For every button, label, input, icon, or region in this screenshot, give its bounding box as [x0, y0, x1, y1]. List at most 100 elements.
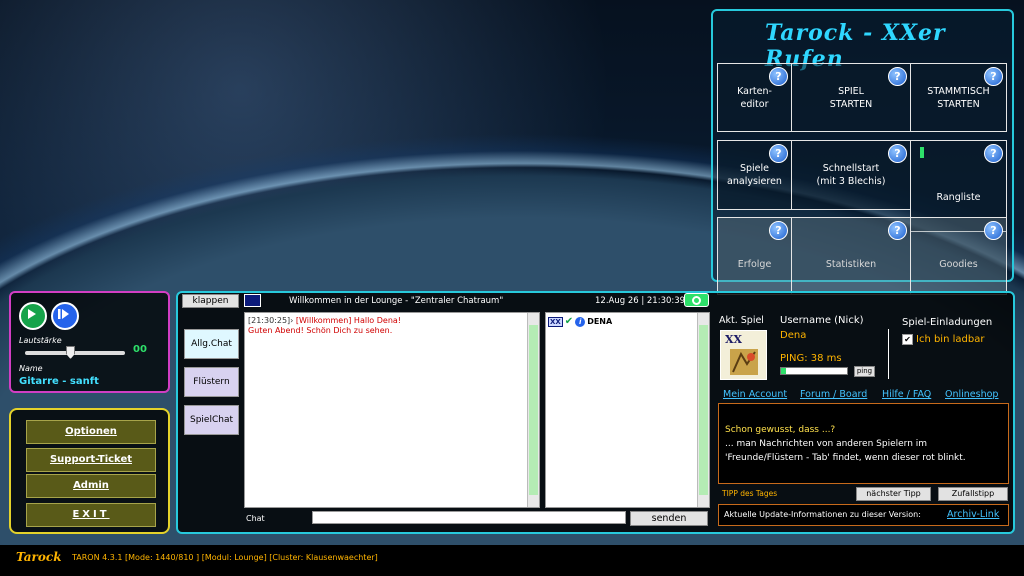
- help-icon[interactable]: ?: [888, 67, 907, 86]
- current-game-label: Akt. Spiel: [719, 315, 764, 326]
- next-tip-button[interactable]: nächster Tipp: [856, 487, 931, 501]
- quickstart-button[interactable]: Schnellstart (mit 3 Blechis) ?: [791, 140, 911, 210]
- random-tip-button[interactable]: Zufallstipp: [938, 487, 1008, 501]
- info-icon[interactable]: i: [575, 316, 586, 327]
- tab-game-chat[interactable]: SpielChat: [184, 405, 239, 435]
- play-icon: [28, 309, 36, 319]
- link-onlineshop[interactable]: Onlineshop: [945, 389, 998, 400]
- invitable-label: Ich bin ladbar: [916, 334, 985, 345]
- footer-logo: Tarock: [16, 550, 62, 564]
- scrollbar-thumb[interactable]: [699, 325, 708, 495]
- volume-label: Lautstärke: [19, 336, 62, 345]
- card-artwork-icon: [730, 349, 758, 375]
- invitable-toggle[interactable]: ✔ Ich bin ladbar: [902, 334, 984, 345]
- user-badge: XX: [548, 316, 563, 327]
- connection-status-icon: [684, 293, 709, 307]
- tip-of-the-day-box: Schon gewusst, dass ...? ... man Nachric…: [718, 403, 1009, 484]
- scrollbar-thumb[interactable]: [529, 325, 538, 495]
- chat-message-time: [21:30:25]›: [248, 316, 294, 325]
- statistics-label: Statistiken: [825, 258, 877, 270]
- chat-input[interactable]: [312, 511, 626, 524]
- ranking-label: Rangliste: [936, 191, 981, 203]
- next-track-button[interactable]: [51, 302, 79, 330]
- volume-slider[interactable]: [25, 346, 125, 359]
- ping-bar-fill: [781, 368, 787, 374]
- user-name: DENA: [587, 317, 613, 326]
- card-avatar: XX: [720, 330, 767, 380]
- link-forum[interactable]: Forum / Board: [800, 389, 867, 400]
- ping-button[interactable]: ping: [854, 366, 875, 377]
- support-ticket-button[interactable]: Support-Ticket: [26, 448, 156, 472]
- chat-messages-pane[interactable]: [21:30:25]› [Willkommen] Hallo Dena! Gut…: [244, 312, 540, 508]
- achievements-label: Erfolge: [737, 258, 772, 270]
- ping-value: PING: 38 ms: [780, 353, 842, 364]
- chat-message: [21:30:25]› [Willkommen] Hallo Dena!: [248, 316, 528, 326]
- help-icon[interactable]: ?: [888, 221, 907, 240]
- tab-whisper[interactable]: Flüstern: [184, 367, 239, 397]
- track-name: Gitarre - sanft: [19, 376, 99, 387]
- send-button[interactable]: senden: [630, 511, 708, 526]
- start-game-label: SPIEL STARTEN: [829, 85, 873, 110]
- update-info-box: Aktuelle Update-Informationen zu dieser …: [718, 504, 1009, 526]
- link-help-faq[interactable]: Hilfe / FAQ: [882, 389, 931, 400]
- user-list-pane[interactable]: XX ✔ i DENA: [545, 312, 710, 508]
- goodies-button[interactable]: Goodies ?: [910, 217, 1007, 295]
- link-my-account[interactable]: Mein Account: [723, 389, 787, 400]
- skip-forward-icon: [58, 309, 69, 319]
- divider: [888, 329, 889, 379]
- help-icon[interactable]: ?: [984, 144, 1003, 163]
- help-icon[interactable]: ?: [769, 67, 788, 86]
- invitations-label: Spiel-Einladungen: [902, 317, 993, 328]
- chat-datetime: 12.Aug 26 | 21:30:39: [595, 296, 686, 306]
- user-list-item[interactable]: XX ✔ i DENA: [548, 316, 612, 327]
- archive-link[interactable]: Archiv-Link: [947, 509, 999, 520]
- update-info-text: Aktuelle Update-Informationen zu dieser …: [724, 510, 921, 519]
- roman-numeral-icon: XX: [725, 333, 743, 346]
- help-icon[interactable]: ?: [769, 144, 788, 163]
- exit-button[interactable]: EXIT: [26, 503, 156, 527]
- volume-value: 00: [133, 344, 147, 355]
- collapse-button[interactable]: klappen: [182, 294, 239, 308]
- card-editor-label: Karten- editor: [737, 85, 772, 110]
- volume-slider-handle[interactable]: [66, 346, 75, 359]
- track-name-label: Name: [19, 364, 43, 373]
- status-text: TARON 4.3.1 [Mode: 1440/810 ] [Modul: Lo…: [72, 553, 378, 562]
- admin-button[interactable]: Admin: [26, 474, 156, 498]
- help-icon[interactable]: ?: [984, 221, 1003, 240]
- tip-line-1: ... man Nachrichten von anderen Spielern…: [725, 439, 928, 449]
- help-icon[interactable]: ?: [888, 144, 907, 163]
- goodies-label: Goodies: [939, 258, 978, 270]
- lounge-panel: klappen Willkommen in der Lounge - "Zent…: [176, 291, 1015, 534]
- analyze-games-button[interactable]: Spiele analysieren ?: [717, 140, 792, 210]
- username-label: Username (Nick): [780, 315, 864, 326]
- system-menu-panel: Optionen Support-Ticket Admin EXIT: [9, 408, 170, 534]
- options-button[interactable]: Optionen: [26, 420, 156, 444]
- analyze-games-label: Spiele analysieren: [727, 163, 782, 187]
- start-regulars-table-button[interactable]: STAMMTISCH STARTEN ?: [910, 63, 1007, 132]
- tab-general-chat[interactable]: Allg.Chat: [184, 329, 239, 359]
- start-regulars-table-label: STAMMTISCH STARTEN: [927, 85, 990, 110]
- chat-room-title: Willkommen in der Lounge - "Zentraler Ch…: [289, 296, 504, 306]
- play-button[interactable]: [19, 302, 47, 330]
- status-bar: Tarock TARON 4.3.1 [Mode: 1440/810 ] [Mo…: [0, 545, 1024, 576]
- start-game-button[interactable]: SPIEL STARTEN ?: [791, 63, 911, 132]
- invitable-checkbox[interactable]: ✔: [902, 334, 913, 345]
- ping-bar: [780, 367, 848, 375]
- card-editor-button[interactable]: Karten- editor ?: [717, 63, 792, 132]
- help-icon[interactable]: ?: [769, 221, 788, 240]
- statistics-button[interactable]: Statistiken ?: [791, 217, 911, 295]
- music-player-panel: Lautstärke 00 Name Gitarre - sanft: [9, 291, 170, 393]
- tip-line-2: 'Freunde/Flüstern - Tab' findet, wenn di…: [725, 453, 966, 463]
- tip-label: TIPP des Tages: [722, 489, 778, 498]
- chat-message-text: [Willkommen] Hallo Dena!: [295, 316, 401, 325]
- check-icon: ✔: [564, 316, 574, 327]
- app-logo: Tarock - XXer Rufen: [765, 20, 946, 72]
- ranking-indicator: [920, 147, 924, 158]
- user-list-scrollbar[interactable]: [697, 313, 709, 507]
- achievements-button[interactable]: Erfolge ?: [717, 217, 792, 295]
- chat-message-text: Guten Abend! Schön Dich zu sehen.: [248, 326, 393, 335]
- quickstart-label: Schnellstart (mit 3 Blechis): [816, 163, 886, 187]
- chat-scrollbar[interactable]: [527, 313, 539, 507]
- window-icon[interactable]: [244, 294, 261, 307]
- help-icon[interactable]: ?: [984, 67, 1003, 86]
